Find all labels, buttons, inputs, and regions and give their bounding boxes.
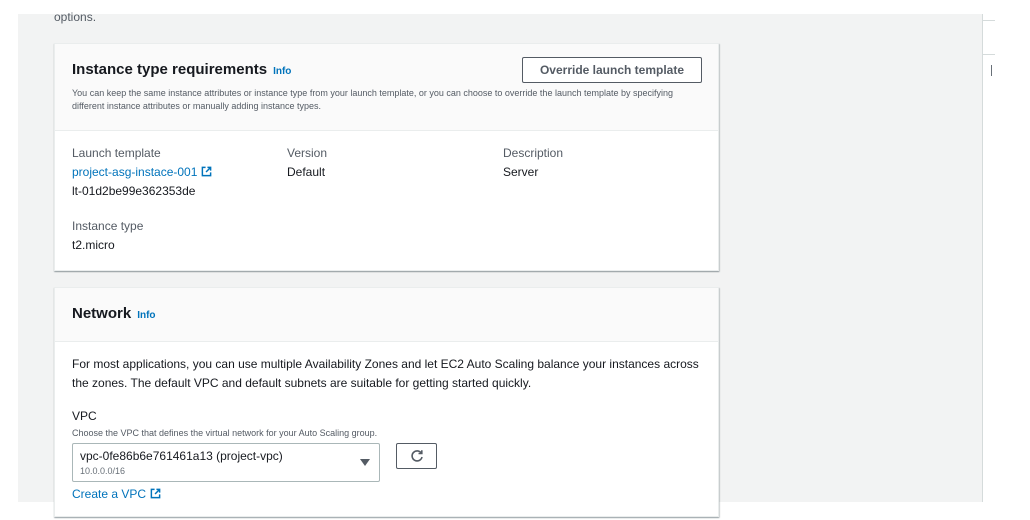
- info-link[interactable]: Info: [273, 66, 291, 77]
- right-panel-line: [983, 20, 995, 21]
- launch-template-label: Launch template: [72, 146, 161, 160]
- caret-down-icon: [360, 459, 370, 466]
- instance-type-value: t2.micro: [72, 238, 115, 252]
- external-link-icon: [202, 166, 212, 177]
- network-panel: Network Info For most applications, you c…: [54, 287, 719, 517]
- create-vpc-link[interactable]: Create a VPC: [72, 487, 161, 501]
- version-label: Version: [287, 146, 328, 160]
- info-link[interactable]: Info: [137, 310, 155, 321]
- version-value: Default: [287, 165, 326, 179]
- text-cursor: [991, 65, 992, 76]
- instance-type-label: Instance type: [72, 219, 144, 233]
- refresh-icon: [411, 450, 423, 462]
- refresh-button[interactable]: [396, 443, 437, 469]
- panel-header: Instance type requirements Info You can k…: [55, 44, 718, 131]
- override-launch-template-button[interactable]: Override launch template: [522, 57, 702, 83]
- external-link-icon: [150, 488, 161, 499]
- vpc-label: VPC: [72, 409, 97, 423]
- panel-description: You can keep the same instance attribute…: [72, 88, 674, 111]
- launch-template-id: lt-01d2be99e362353de: [72, 184, 196, 198]
- instance-type-requirements-panel: Instance type requirements Info You can k…: [54, 43, 719, 271]
- right-panel-divider: [982, 14, 983, 502]
- right-panel-line: [983, 54, 995, 55]
- vpc-hint: Choose the VPC that defines the virtual …: [72, 428, 378, 438]
- vpc-selected-value: vpc-0fe86b6e761461a13 (project-vpc): [80, 449, 283, 463]
- description-label: Description: [503, 146, 564, 160]
- panel-header: Network Info: [55, 288, 718, 342]
- vpc-select[interactable]: vpc-0fe86b6e761461a13 (project-vpc) 10.0…: [72, 443, 380, 482]
- previous-section-text: options.: [54, 10, 97, 24]
- vpc-cidr: 10.0.0.0/16: [80, 466, 126, 476]
- launch-template-link[interactable]: project-asg-instace-001: [72, 165, 212, 179]
- panel-title: Instance type requirements Info: [72, 61, 292, 78]
- panel-title: Network Info: [72, 305, 156, 322]
- description-value: Server: [503, 165, 539, 179]
- network-description: For most applications, you can use multi…: [72, 357, 699, 390]
